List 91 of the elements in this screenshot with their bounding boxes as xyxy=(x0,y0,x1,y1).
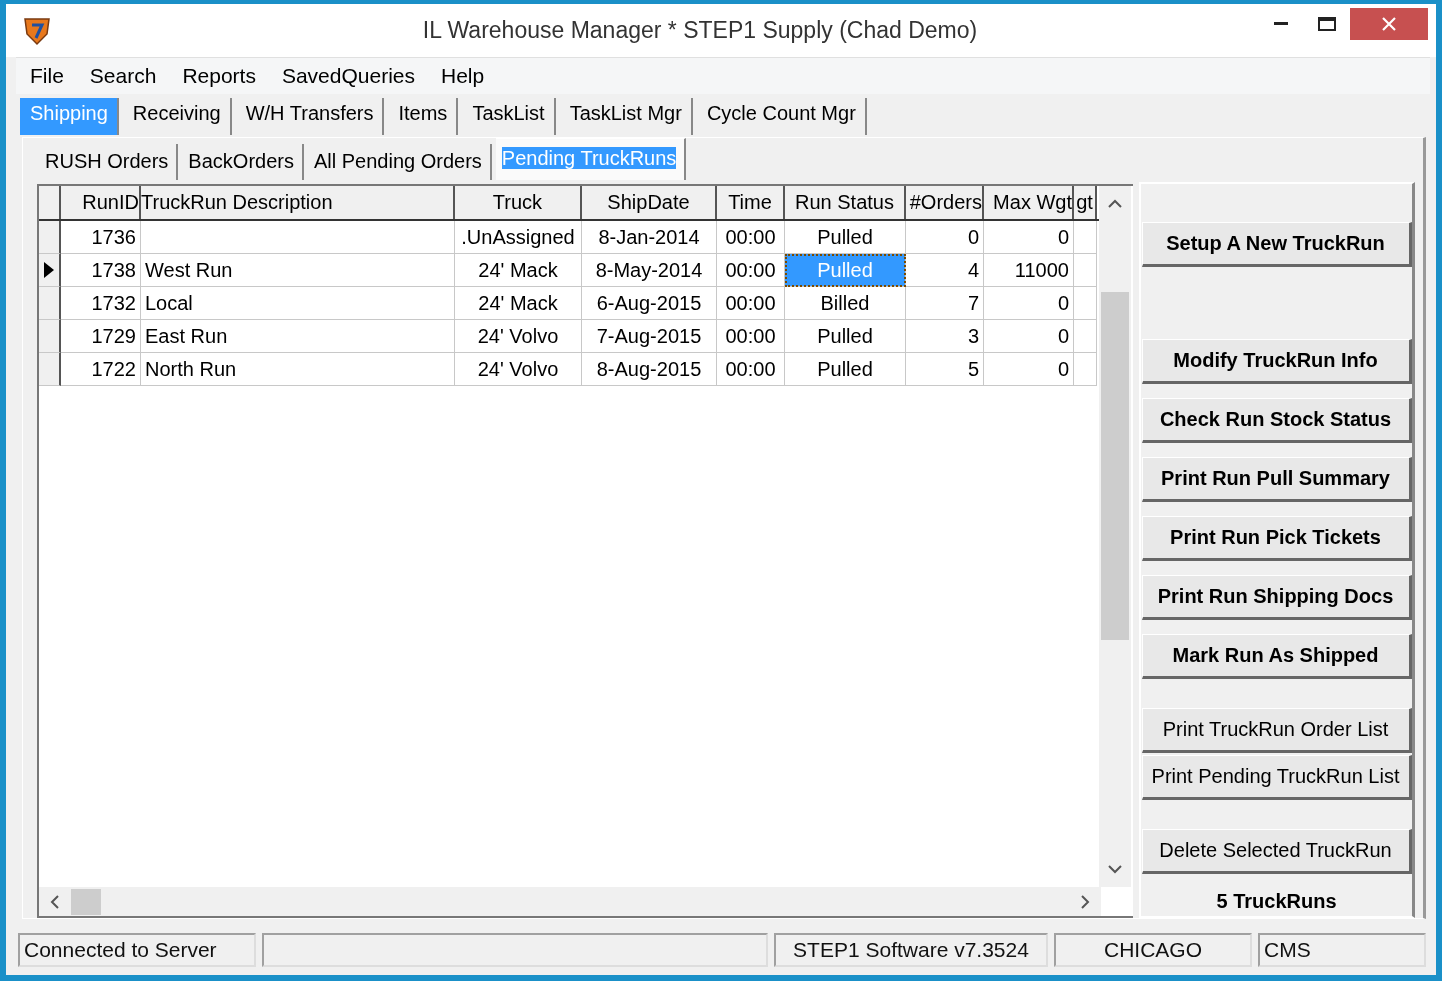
scroll-thumb[interactable] xyxy=(71,889,101,916)
table-cell xyxy=(1074,320,1097,354)
status-pane: CMS xyxy=(1258,933,1426,967)
record-count: 5 TruckRuns xyxy=(1216,890,1337,914)
table-cell: 4 xyxy=(906,254,984,288)
report-button[interactable]: Print TruckRun Order List xyxy=(1141,708,1412,754)
menu-item[interactable]: Search xyxy=(89,64,157,89)
column-header[interactable]: TruckRun Description xyxy=(141,186,455,220)
action-button[interactable]: Setup A New TruckRun xyxy=(1141,222,1412,268)
table-cell: Local xyxy=(141,287,455,321)
tab[interactable]: All Pending Orders xyxy=(307,144,492,181)
close-button[interactable] xyxy=(1350,8,1428,40)
table-cell: 7-Aug-2015 xyxy=(582,320,717,354)
menu-item[interactable]: Reports xyxy=(182,64,256,89)
action-button[interactable]: Check Run Stock Status xyxy=(1141,398,1412,444)
action-button[interactable]: Print Run Pull Summary xyxy=(1141,457,1412,503)
table-cell: 6-Aug-2015 xyxy=(582,287,717,321)
menu-item[interactable]: Help xyxy=(441,64,485,89)
row-header[interactable] xyxy=(39,287,61,321)
status-pane: CHICAGO xyxy=(1054,933,1252,967)
column-header[interactable]: Max Wgt xyxy=(984,186,1074,220)
table-cell: .UnAssigned xyxy=(455,221,582,255)
table-cell: 0 xyxy=(984,287,1074,321)
table-cell: East Run xyxy=(141,320,455,354)
table-cell: 00:00 xyxy=(717,353,785,387)
maximize-icon xyxy=(1318,17,1336,31)
row-pointer-icon xyxy=(44,262,54,279)
status-pane: Connected to Server xyxy=(18,933,256,967)
table-cell: 1722 xyxy=(61,353,141,387)
table-cell: 1738 xyxy=(61,254,141,288)
table-cell: 00:00 xyxy=(717,287,785,321)
table-cell: 24' Volvo xyxy=(455,320,582,354)
shield-icon xyxy=(22,15,52,46)
close-icon xyxy=(1382,17,1396,31)
menu-item[interactable]: File xyxy=(30,64,64,89)
report-button[interactable]: Print Pending TruckRun List xyxy=(1141,755,1412,801)
minimize-icon xyxy=(1274,22,1288,26)
table-cell: 1732 xyxy=(61,287,141,321)
table-cell: 11000 xyxy=(984,254,1074,288)
column-header[interactable]: gt xyxy=(1074,186,1097,220)
action-button[interactable]: Mark Run As Shipped xyxy=(1141,634,1412,680)
tab[interactable]: BackOrders xyxy=(182,144,304,181)
table-cell: Pulled xyxy=(785,353,906,387)
table-cell: 1729 xyxy=(61,320,141,354)
column-header[interactable]: #Orders xyxy=(906,186,984,220)
table-cell: 5 xyxy=(906,353,984,387)
vertical-scrollbar[interactable] xyxy=(1099,186,1131,888)
table-cell xyxy=(1074,287,1097,321)
report-button[interactable]: Delete Selected TruckRun xyxy=(1141,829,1412,875)
row-header xyxy=(39,186,61,220)
table-cell: 1736 xyxy=(61,221,141,255)
table-cell: Pulled xyxy=(785,320,906,354)
status-pane: STEP1 Software v7.3524 xyxy=(774,933,1048,967)
table-cell: 24' Volvo xyxy=(455,353,582,387)
column-header[interactable]: Truck xyxy=(455,186,582,220)
table-cell: Pulled xyxy=(785,254,906,288)
column-header[interactable]: RunID xyxy=(61,186,141,220)
table-cell: 0 xyxy=(984,320,1074,354)
table-cell xyxy=(1074,221,1097,255)
table-cell: 0 xyxy=(984,221,1074,255)
table-cell: North Run xyxy=(141,353,455,387)
table-cell: 7 xyxy=(906,287,984,321)
table-cell: 3 xyxy=(906,320,984,354)
table-cell xyxy=(1074,254,1097,288)
row-header[interactable] xyxy=(39,254,61,288)
table-cell: 8-Jan-2014 xyxy=(582,221,717,255)
table-cell: 24' Mack xyxy=(455,254,582,288)
table-cell: 0 xyxy=(984,353,1074,387)
horizontal-scrollbar[interactable] xyxy=(39,887,1101,917)
column-header[interactable]: Time xyxy=(717,186,785,220)
table-cell: West Run xyxy=(141,254,455,288)
table-cell: Billed xyxy=(785,287,906,321)
menu-item[interactable]: SavedQueries xyxy=(281,64,415,89)
table-cell: 24' Mack xyxy=(455,287,582,321)
row-header[interactable] xyxy=(39,320,61,354)
scroll-thumb[interactable] xyxy=(1101,292,1129,641)
table-cell: 8-Aug-2015 xyxy=(582,353,717,387)
row-header[interactable] xyxy=(39,353,61,387)
tab[interactable]: RUSH Orders xyxy=(39,144,179,181)
column-header[interactable]: Run Status xyxy=(785,186,906,220)
table-cell: 00:00 xyxy=(717,320,785,354)
action-button[interactable]: Print Run Pick Tickets xyxy=(1141,516,1412,562)
table-cell xyxy=(1074,353,1097,387)
table-cell: 00:00 xyxy=(717,221,785,255)
column-header[interactable]: ShipDate xyxy=(582,186,717,220)
table-cell: 8-May-2014 xyxy=(582,254,717,288)
action-button[interactable]: Print Run Shipping Docs xyxy=(1141,575,1412,621)
action-button[interactable]: Modify TruckRun Info xyxy=(1141,339,1412,385)
window-title: IL Warehouse Manager * STEP1 Supply (Chad Demo) xyxy=(421,17,979,45)
row-header[interactable] xyxy=(39,221,61,255)
table-cell: 0 xyxy=(906,221,984,255)
